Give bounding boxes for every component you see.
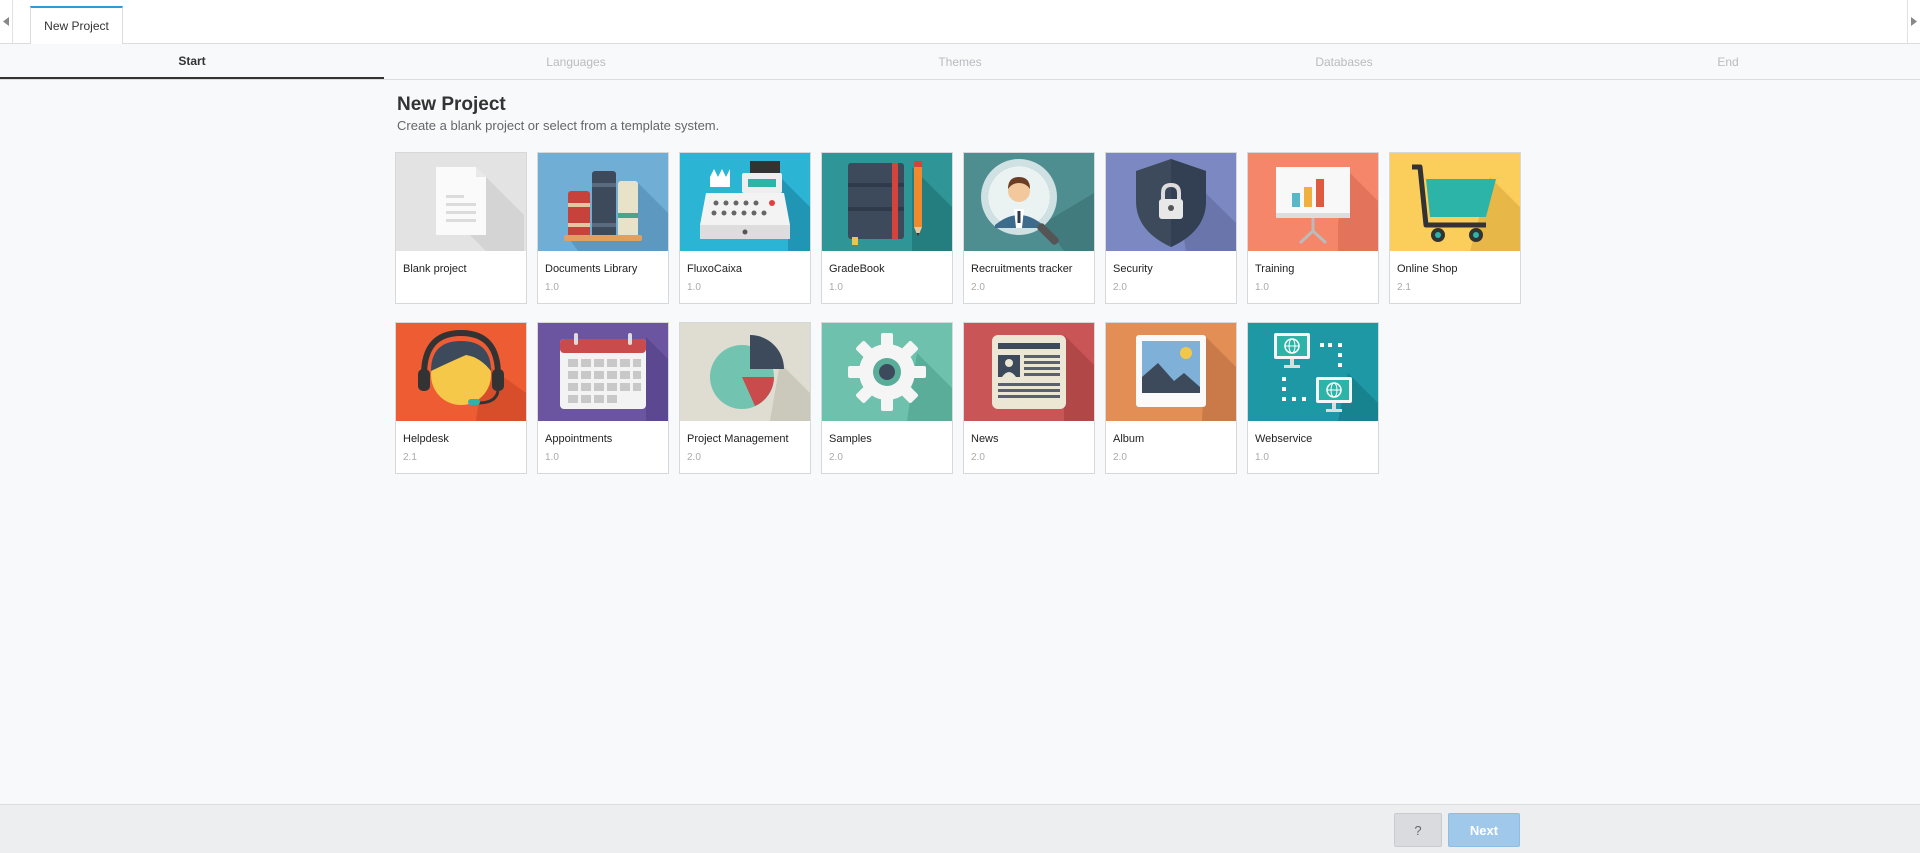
- wizard-footer: ? Next: [0, 804, 1920, 853]
- template-card-documents-library[interactable]: Documents Library 1.0: [537, 152, 669, 304]
- wizard-steps: Start Languages Themes Databases End: [0, 44, 1920, 80]
- step-start[interactable]: Start: [0, 44, 384, 79]
- template-name: GradeBook: [829, 263, 885, 275]
- network-globe-icon: [1248, 323, 1378, 421]
- template-card-recruitments-tracker[interactable]: Recruitments tracker 2.0: [963, 152, 1095, 304]
- blank-document-icon: [396, 153, 526, 251]
- template-version: 1.0: [545, 282, 559, 293]
- template-version: 2.0: [829, 452, 843, 463]
- calendar-icon: [538, 323, 668, 421]
- template-name: News: [971, 433, 999, 445]
- template-card-project-management[interactable]: Project Management 2.0: [679, 322, 811, 474]
- page-subtitle: Create a blank project or select from a …: [397, 118, 720, 133]
- photo-icon: [1106, 323, 1236, 421]
- template-version: 1.0: [1255, 282, 1269, 293]
- template-version: 2.0: [971, 282, 985, 293]
- shield-lock-icon: [1106, 153, 1236, 251]
- template-card-news[interactable]: News 2.0: [963, 322, 1095, 474]
- pie-chart-icon: [680, 323, 810, 421]
- template-card-fluxocaixa[interactable]: FluxoCaixa 1.0: [679, 152, 811, 304]
- template-name: Project Management: [687, 433, 789, 445]
- step-end[interactable]: End: [1536, 44, 1920, 79]
- template-name: Security: [1113, 263, 1153, 275]
- headset-agent-icon: [396, 323, 526, 421]
- template-version: 1.0: [829, 282, 843, 293]
- help-button[interactable]: ?: [1394, 813, 1442, 847]
- template-version: 1.0: [1255, 452, 1269, 463]
- template-version: 2.1: [403, 452, 417, 463]
- template-card-helpdesk[interactable]: Helpdesk 2.1: [395, 322, 527, 474]
- template-name: Blank project: [403, 263, 467, 275]
- template-card-security[interactable]: Security 2.0: [1105, 152, 1237, 304]
- books-icon: [538, 153, 668, 251]
- notebook-icon: [822, 153, 952, 251]
- template-version: 2.1: [1397, 282, 1411, 293]
- template-name: Online Shop: [1397, 263, 1458, 275]
- shopping-cart-icon: [1390, 153, 1520, 251]
- scroll-left-icon[interactable]: [0, 0, 13, 43]
- template-version: 1.0: [687, 282, 701, 293]
- tab-label: New Project: [44, 19, 109, 33]
- presentation-board-icon: [1248, 153, 1378, 251]
- template-version: 2.0: [1113, 452, 1127, 463]
- template-name: Album: [1113, 433, 1145, 445]
- template-card-album[interactable]: Album 2.0: [1105, 322, 1237, 474]
- template-card-online-shop[interactable]: Online Shop 2.1: [1389, 152, 1521, 304]
- page-title: New Project: [397, 94, 506, 115]
- template-name: Recruitments tracker: [971, 263, 1073, 275]
- step-languages[interactable]: Languages: [384, 44, 768, 79]
- template-name: Samples: [829, 433, 872, 445]
- template-card-training[interactable]: Training 1.0: [1247, 152, 1379, 304]
- scroll-right-icon[interactable]: [1907, 0, 1920, 43]
- template-card-webservice[interactable]: Webservice 1.0: [1247, 322, 1379, 474]
- template-name: Documents Library: [545, 263, 638, 275]
- template-version: 2.0: [1113, 282, 1127, 293]
- gear-icon: [822, 323, 952, 421]
- template-name: Appointments: [545, 433, 613, 445]
- cash-register-icon: [680, 153, 810, 251]
- template-grid: Blank project Documents Library 1.0 Flux…: [395, 152, 1530, 474]
- step-databases[interactable]: Databases: [1152, 44, 1536, 79]
- document-tab-bar: New Project: [0, 0, 1920, 44]
- template-card-blank-project[interactable]: Blank project: [395, 152, 527, 304]
- magnifier-person-icon: [964, 153, 1094, 251]
- tab-new-project[interactable]: New Project: [30, 6, 123, 44]
- template-card-samples[interactable]: Samples 2.0: [821, 322, 953, 474]
- next-button[interactable]: Next: [1448, 813, 1520, 847]
- template-version: 2.0: [971, 452, 985, 463]
- template-name: Training: [1255, 263, 1295, 275]
- template-card-appointments[interactable]: Appointments 1.0: [537, 322, 669, 474]
- newspaper-icon: [964, 323, 1094, 421]
- template-version: 1.0: [545, 452, 559, 463]
- template-name: Helpdesk: [403, 433, 449, 445]
- step-themes[interactable]: Themes: [768, 44, 1152, 79]
- template-version: 2.0: [687, 452, 701, 463]
- template-name: FluxoCaixa: [687, 263, 743, 275]
- template-name: Webservice: [1255, 433, 1313, 445]
- template-card-gradebook[interactable]: GradeBook 1.0: [821, 152, 953, 304]
